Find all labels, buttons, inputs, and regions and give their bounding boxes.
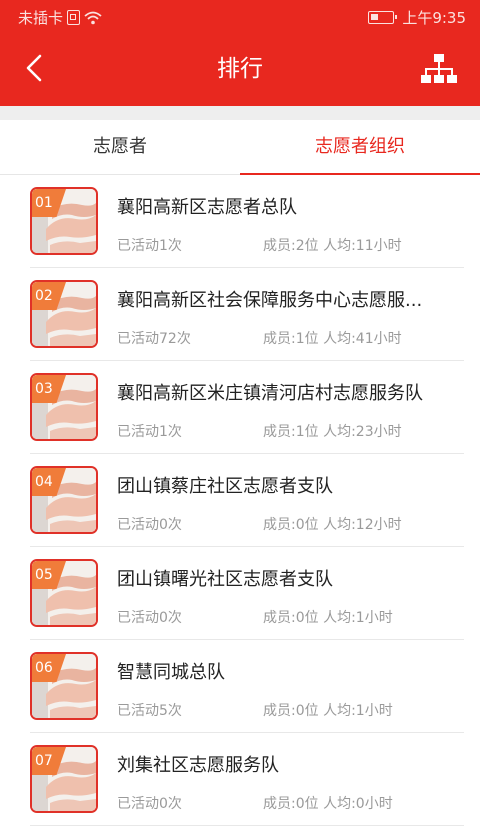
list-item[interactable]: 05 团山镇曙光社区志愿者支队 已活动0次 成员:0位 人均:1小时: [0, 547, 480, 640]
wifi-icon: [84, 11, 102, 24]
activity-count: 已活动72次: [117, 331, 191, 347]
member-stats: 成员:0位 人均:12小时: [263, 517, 402, 533]
organization-thumbnail: 03: [30, 373, 98, 441]
list-item[interactable]: 04 团山镇蔡庄社区志愿者支队 已活动0次 成员:0位 人均:12小时: [0, 454, 480, 547]
activity-count: 已活动0次: [117, 796, 182, 812]
sim-icon: [67, 10, 81, 25]
member-stats: 成员:1位 人均:23小时: [263, 424, 402, 440]
activity-count: 已活动5次: [117, 703, 182, 719]
status-bar: 未插卡 上午9:35: [0, 0, 480, 32]
list-item[interactable]: 03 襄阳高新区米庄镇清河店村志愿服务队 已活动1次 成员:1位 人均:23小时: [0, 361, 480, 454]
organization-thumbnail: 01: [30, 187, 98, 255]
org-structure-button[interactable]: [420, 52, 458, 86]
organization-thumbnail: 07: [30, 745, 98, 813]
member-stats: 成员:0位 人均:0小时: [263, 796, 393, 812]
organization-thumbnail: 04: [30, 466, 98, 534]
organization-name: 智慧同城总队: [117, 662, 225, 683]
organization-name: 襄阳高新区米庄镇清河店村志愿服务队: [117, 383, 423, 404]
organization-name: 团山镇曙光社区志愿者支队: [117, 569, 333, 590]
tab-label: 志愿者组织: [315, 136, 405, 157]
list-item[interactable]: 01 襄阳高新区志愿者总队 已活动1次 成员:2位 人均:11小时: [0, 175, 480, 268]
battery-icon: [368, 11, 398, 24]
list-item[interactable]: 07 刘集社区志愿服务队 已活动0次 成员:0位 人均:0小时: [0, 733, 480, 826]
back-arrow-icon: [26, 54, 42, 82]
tab-bar: 志愿者 志愿者组织: [0, 120, 480, 175]
ranking-list: 01 襄阳高新区志愿者总队 已活动1次 成员:2位 人均:11小时 02 襄阳高…: [0, 175, 480, 826]
member-stats: 成员:2位 人均:11小时: [263, 238, 402, 254]
app-header: 排行: [0, 32, 480, 106]
activity-count: 已活动1次: [117, 238, 182, 254]
organization-thumbnail: 06: [30, 652, 98, 720]
tab-label: 志愿者: [93, 136, 147, 157]
page-title: 排行: [217, 56, 263, 82]
org-chart-icon: [421, 54, 457, 83]
member-stats: 成员:1位 人均:41小时: [263, 331, 402, 347]
activity-count: 已活动1次: [117, 424, 182, 440]
status-time: 上午9:35: [402, 9, 466, 27]
member-stats: 成员:0位 人均:1小时: [263, 610, 393, 626]
list-item[interactable]: 06 智慧同城总队 已活动5次 成员:0位 人均:1小时: [0, 640, 480, 733]
organization-name: 襄阳高新区社会保障服务中心志愿服...: [117, 290, 423, 311]
tab-volunteer-organizations[interactable]: 志愿者组织: [240, 120, 480, 175]
section-gap: [0, 106, 480, 120]
organization-thumbnail: 02: [30, 280, 98, 348]
member-stats: 成员:0位 人均:1小时: [263, 703, 393, 719]
organization-thumbnail: 05: [30, 559, 98, 627]
carrier-text: 未插卡: [18, 9, 64, 27]
list-item[interactable]: 02 襄阳高新区社会保障服务中心志愿服... 已活动72次 成员:1位 人均:4…: [0, 268, 480, 361]
organization-name: 团山镇蔡庄社区志愿者支队: [117, 476, 333, 497]
organization-name: 刘集社区志愿服务队: [117, 755, 279, 776]
back-button[interactable]: [16, 48, 56, 88]
organization-name: 襄阳高新区志愿者总队: [117, 197, 297, 218]
activity-count: 已活动0次: [117, 517, 182, 533]
activity-count: 已活动0次: [117, 610, 182, 626]
tab-volunteers[interactable]: 志愿者: [0, 120, 240, 174]
